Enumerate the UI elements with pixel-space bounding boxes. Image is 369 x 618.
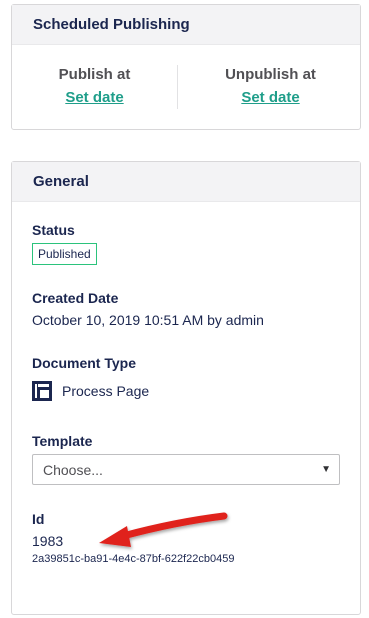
unpublish-at-group: Unpublish at Set date	[188, 45, 353, 107]
template-select-value: Choose...	[43, 461, 103, 478]
document-type-row: Process Page	[32, 381, 149, 401]
panel-title: General	[12, 162, 360, 202]
publish-at-label: Publish at	[58, 66, 131, 83]
scheduled-row: Publish at Set date Unpublish at Set dat…	[12, 45, 360, 129]
created-date-label: Created Date	[32, 290, 119, 306]
scheduled-publishing-panel: Scheduled Publishing Publish at Set date…	[11, 4, 361, 130]
publish-at-group: Publish at Set date	[12, 45, 177, 107]
status-field: Status Published	[32, 222, 97, 265]
unpublish-at-label: Unpublish at	[225, 66, 316, 83]
status-badge: Published	[32, 243, 97, 265]
template-label: Template	[32, 433, 93, 449]
status-label: Status	[32, 222, 75, 238]
created-date-field: Created Date October 10, 2019 10:51 AM b…	[32, 290, 264, 328]
template-field: Template Choose... ▼	[32, 433, 340, 485]
chevron-down-icon: ▼	[321, 464, 331, 475]
divider	[177, 65, 178, 109]
unpublish-set-date-link[interactable]: Set date	[241, 89, 299, 106]
annotation-arrow-icon	[99, 512, 228, 547]
document-type-field: Document Type Process Page	[32, 355, 149, 401]
document-type-label: Document Type	[32, 355, 136, 371]
panel-title: Scheduled Publishing	[12, 5, 360, 45]
document-type-value: Process Page	[62, 383, 150, 399]
template-select[interactable]: Choose... ▼	[32, 454, 340, 485]
id-key: 2a39851c-ba91-4e4c-87bf-622f22cb0459	[32, 553, 235, 565]
created-date-value: October 10, 2019 10:51 AM by admin	[32, 312, 264, 328]
publish-set-date-link[interactable]: Set date	[65, 89, 123, 106]
layout-icon	[32, 381, 52, 401]
